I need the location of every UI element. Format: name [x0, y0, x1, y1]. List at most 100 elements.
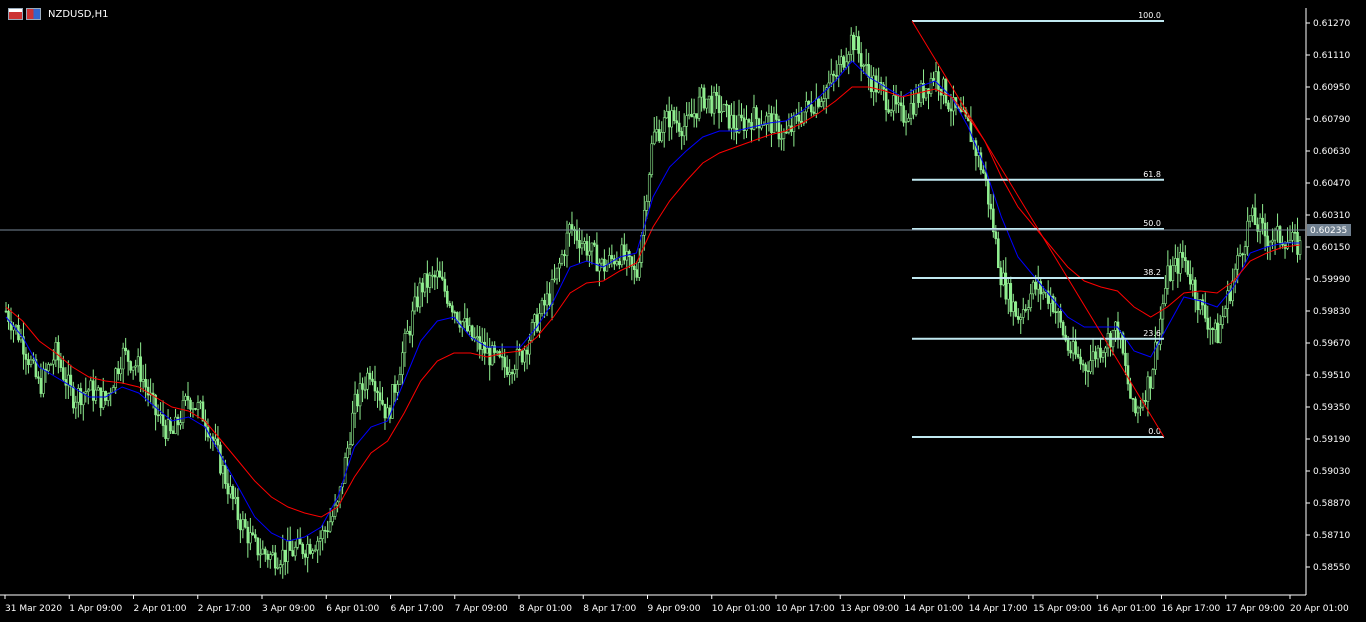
candle-body	[1288, 239, 1292, 243]
candle-body	[1146, 376, 1150, 402]
candle-body	[229, 486, 232, 495]
candle-body	[398, 374, 402, 385]
candle-body	[545, 293, 549, 306]
candle-body	[1016, 315, 1020, 320]
candle-body	[416, 296, 419, 308]
price-tick-label: 0.59990	[1313, 275, 1350, 285]
candle-body	[780, 138, 783, 140]
candle-body	[57, 342, 60, 361]
candle-body	[1248, 215, 1252, 222]
candle-body	[982, 169, 985, 174]
time-tick-label: 14 Apr 01:00	[905, 604, 964, 614]
candle-body	[1019, 317, 1023, 320]
candle-body	[680, 131, 683, 137]
candle-body	[782, 131, 786, 139]
candle-body	[652, 131, 656, 145]
candle-body	[578, 240, 581, 249]
candle-body	[730, 114, 733, 129]
candle-body	[1029, 293, 1033, 308]
candle-body	[485, 347, 489, 354]
candle-body	[1076, 354, 1080, 358]
price-tick-label: 0.59030	[1313, 467, 1350, 477]
time-tick-label: 1 Apr 09:00	[69, 604, 122, 614]
candle-body	[675, 120, 678, 124]
candle-body	[121, 347, 125, 370]
candle-body	[837, 64, 841, 77]
candle-body	[446, 290, 449, 304]
candle-body	[1004, 272, 1008, 300]
price-tick-label: 0.59830	[1313, 307, 1350, 317]
price-tick-label: 0.60950	[1313, 83, 1350, 93]
candle-body	[333, 504, 337, 517]
candle-body	[590, 242, 594, 252]
candle-body	[1258, 217, 1262, 232]
time-tick-label: 6 Apr 17:00	[391, 604, 444, 614]
candle-body	[231, 486, 235, 500]
candle-body	[1031, 281, 1035, 295]
candle-body	[146, 386, 150, 396]
candle-body	[1179, 252, 1182, 274]
candle-body	[857, 36, 860, 54]
candle-body	[884, 88, 888, 110]
candle-body	[822, 98, 826, 102]
candle-body	[62, 367, 65, 380]
candle-body	[1006, 283, 1010, 300]
candle-body	[1116, 321, 1120, 340]
symbol-flag-icon[interactable]	[26, 8, 41, 20]
candle-body	[712, 92, 716, 114]
candle-body	[1059, 311, 1062, 323]
price-chart[interactable]: 100.061.850.038.223.60.0 0.612700.611100…	[0, 0, 1366, 622]
candle-body	[19, 336, 23, 341]
candle-body	[623, 244, 626, 261]
candle-body	[166, 419, 170, 439]
candle-body	[79, 388, 83, 406]
candle-body	[141, 378, 145, 382]
candle-body	[924, 88, 928, 99]
candle-body	[216, 438, 220, 446]
candle-body	[383, 403, 387, 419]
candle-body	[189, 399, 192, 410]
fib-level-label: 61.8	[1143, 170, 1161, 179]
candle-body	[655, 129, 659, 133]
candle-body	[849, 34, 853, 55]
candle-body	[376, 390, 379, 394]
candle-body	[298, 538, 302, 545]
candle-body	[1203, 304, 1207, 319]
candle-body	[426, 273, 429, 288]
candle-body	[273, 552, 277, 569]
candle-body	[533, 314, 536, 323]
time-tick-label: 2 Apr 17:00	[198, 604, 251, 614]
candle-body	[593, 242, 596, 246]
candle-body	[1176, 258, 1180, 274]
candle-body	[949, 108, 953, 112]
candle-body	[1131, 398, 1135, 400]
candle-body	[603, 258, 606, 272]
candle-body	[423, 273, 427, 293]
candle-body	[864, 64, 868, 66]
candle-body	[812, 111, 816, 114]
candle-body	[308, 544, 312, 554]
candle-body	[1193, 279, 1197, 301]
candle-body	[859, 53, 863, 67]
chart-window-icon[interactable]	[8, 8, 23, 20]
candle-body	[650, 143, 654, 175]
candle-body	[226, 483, 230, 495]
candle-body	[276, 567, 280, 569]
candle-body	[331, 516, 334, 523]
candle-body	[580, 243, 584, 249]
time-tick-label: 8 Apr 17:00	[583, 604, 636, 614]
candle-body	[241, 519, 245, 531]
candle-body	[99, 387, 103, 408]
candle-body	[899, 102, 903, 106]
candle-body	[428, 274, 432, 288]
candle-body	[371, 378, 374, 382]
candle-body	[715, 92, 718, 96]
candle-body	[483, 341, 487, 354]
candle-body	[732, 114, 736, 129]
candle-body	[727, 104, 731, 129]
candle-body	[234, 496, 237, 500]
candle-body	[897, 102, 900, 105]
candle-body	[301, 543, 304, 555]
candle-body	[1149, 376, 1152, 389]
candle-body	[126, 350, 130, 362]
